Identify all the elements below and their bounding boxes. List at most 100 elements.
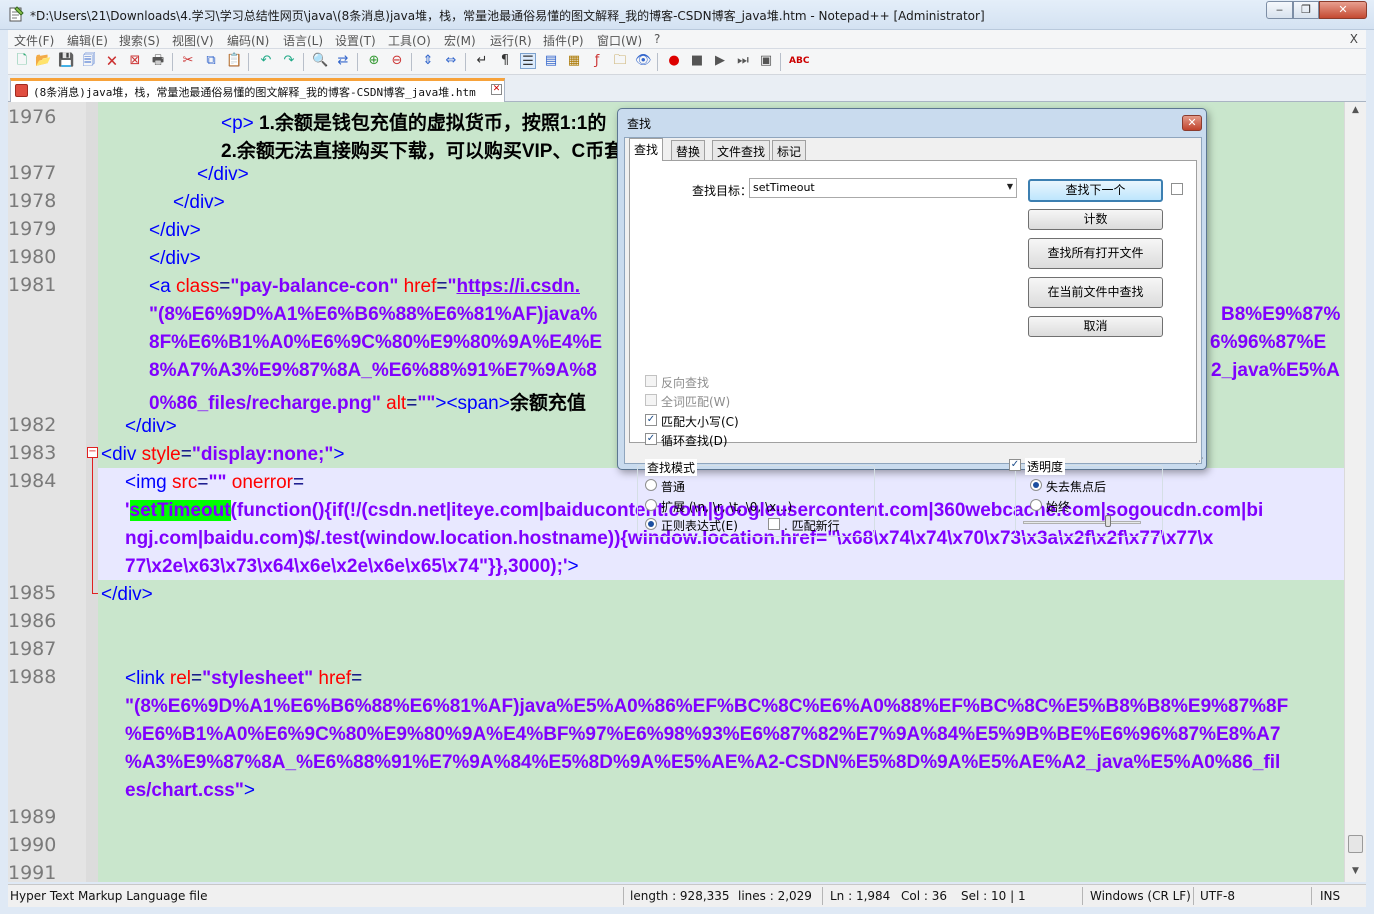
match-case-checkbox[interactable]: ✓ (645, 414, 657, 426)
code-link[interactable]: https://i.csdn. (456, 276, 580, 297)
transparency-checkbox[interactable]: ✓ (1009, 459, 1021, 471)
transparency-slider-track[interactable] (1023, 521, 1141, 524)
menu-search[interactable]: 搜索(S) (119, 32, 160, 49)
cancel-button[interactable]: 取消 (1028, 316, 1163, 337)
function-list-icon[interactable]: ƒ (589, 53, 605, 69)
code-line: "(8%E6%9D%A1%E6%B6%88%E6%81%AF)java% (149, 304, 598, 325)
open-file-icon[interactable]: 📂 (35, 53, 51, 69)
cut-icon[interactable]: ✂ (180, 53, 196, 69)
find-icon[interactable]: 🔍 (312, 53, 328, 69)
fold-range-end (92, 593, 98, 594)
count-button[interactable]: 计数 (1028, 209, 1163, 230)
new-file-icon[interactable]: 🗋 (14, 53, 30, 69)
replace-icon[interactable]: ⇄ (335, 53, 351, 69)
zoom-in-icon[interactable]: ⊕ (366, 53, 382, 69)
scroll-down-icon[interactable]: ▼ (1348, 866, 1363, 876)
language-define-icon[interactable]: ▤ (543, 53, 559, 69)
menu-window[interactable]: 窗口(W) (597, 32, 642, 49)
copy-icon[interactable]: ⧉ (203, 53, 219, 69)
menu-plugins[interactable]: 插件(P) (543, 32, 584, 49)
document-map-icon[interactable]: ▦ (566, 53, 582, 69)
chevron-down-icon[interactable]: ▼ (1007, 182, 1013, 191)
transparency-slider-thumb[interactable] (1105, 515, 1111, 527)
tab-replace[interactable]: 替换 (671, 140, 706, 160)
tab-mark[interactable]: 标记 (772, 140, 807, 160)
dot-matches-newline-checkbox[interactable] (768, 518, 780, 530)
close-document-x[interactable]: X (1350, 32, 1358, 46)
record-macro-icon[interactable]: ● (666, 53, 682, 69)
word-wrap-icon[interactable]: ↵ (474, 53, 490, 69)
backward-checkbox[interactable] (645, 375, 657, 387)
tab-close-icon[interactable]: ✕ (491, 84, 502, 95)
minimize-button[interactable]: ‒ (1266, 1, 1293, 19)
mode-normal-radio[interactable] (645, 479, 657, 491)
print-icon[interactable]: 🖶 (150, 53, 166, 69)
dialog-title: 查找 (627, 117, 652, 131)
vertical-scrollbar[interactable]: ▲ ▼ (1344, 102, 1366, 882)
find-next-option-checkbox[interactable] (1171, 183, 1183, 195)
redo-icon[interactable]: ↷ (281, 53, 297, 69)
zoom-out-icon[interactable]: ⊖ (389, 53, 405, 69)
menu-view[interactable]: 视图(V) (172, 32, 214, 49)
menu-help[interactable]: ? (654, 32, 660, 46)
show-all-chars-icon[interactable]: ¶ (497, 53, 513, 69)
line-number: 1991 (8, 862, 57, 882)
code-line: %A3%E9%87%8A_%E6%88%91%E7%9A%84%E5%8D%9A… (125, 752, 1281, 773)
mode-regex-radio[interactable] (645, 518, 657, 530)
run-macro-multiple-icon[interactable]: ⏭ (735, 53, 751, 69)
menu-run[interactable]: 运行(R) (490, 32, 532, 49)
stop-macro-icon[interactable]: ■ (689, 53, 705, 69)
maximize-button[interactable]: ❐ (1293, 1, 1319, 19)
save-macro-icon[interactable]: ▣ (758, 53, 774, 69)
tab-find-in-files[interactable]: 文件查找 (712, 140, 771, 160)
menu-settings[interactable]: 设置(T) (335, 32, 376, 49)
scroll-up-icon[interactable]: ▲ (1348, 105, 1363, 115)
save-icon[interactable]: 💾 (58, 53, 74, 69)
spell-check-icon[interactable]: ABC (789, 53, 809, 69)
line-number: 1976 (8, 106, 57, 128)
code-line: <a class="pay-balance-con" href="https:/… (149, 276, 580, 297)
line-number: 1982 (8, 414, 57, 436)
resize-grip-icon[interactable]: ⋰ (1195, 457, 1204, 467)
monitoring-icon[interactable]: 👁 (635, 53, 652, 69)
wrap-around-checkbox[interactable]: ✓ (645, 433, 657, 445)
fold-range-line (92, 454, 93, 594)
toolbar: 🗋 📂 💾 🗐 🗙 ⊠ 🖶 ✂ ⧉ 📋 ↶ ↷ 🔍 ⇄ ⊕ ⊖ ⇕ ⇔ ↵ ¶ … (8, 49, 1366, 75)
find-all-open-files-button[interactable]: 查找所有打开文件 (1028, 238, 1163, 269)
menu-file[interactable]: 文件(F) (14, 32, 54, 49)
close-window-button[interactable]: ✕ (1319, 1, 1367, 19)
fold-toggle-icon[interactable]: − (87, 447, 98, 458)
find-next-button[interactable]: 查找下一个 (1028, 179, 1163, 202)
sync-vertical-icon[interactable]: ⇕ (420, 53, 436, 69)
tab-current-document[interactable]: (8条消息)java堆，栈，常量池最通俗易懂的图文解释_我的博客-CSDN博客_… (10, 78, 505, 102)
undo-icon[interactable]: ↶ (258, 53, 274, 69)
folder-workspace-icon[interactable]: 🗀 (612, 53, 628, 69)
paste-icon[interactable]: 📋 (226, 53, 242, 69)
sync-horizontal-icon[interactable]: ⇔ (443, 53, 459, 69)
tab-find[interactable]: 查找 (629, 138, 664, 161)
whole-word-label: 全词匹配(W) (661, 395, 731, 409)
indent-guide-icon[interactable]: ☰ (520, 53, 536, 69)
close-all-icon[interactable]: ⊠ (127, 53, 143, 69)
menu-edit[interactable]: 编辑(E) (67, 32, 108, 49)
find-in-current-file-button[interactable]: 在当前文件中查找 (1028, 277, 1163, 308)
on-lose-focus-radio[interactable] (1030, 479, 1042, 491)
menu-language[interactable]: 语言(L) (283, 32, 323, 49)
menu-tools[interactable]: 工具(O) (388, 32, 431, 49)
menu-encoding[interactable]: 编码(N) (227, 32, 269, 49)
play-macro-icon[interactable]: ▶ (712, 53, 728, 69)
mode-extended-radio[interactable] (645, 499, 657, 511)
dialog-close-button[interactable]: ✕ (1182, 115, 1202, 131)
find-target-combobox[interactable]: setTimeout ▼ (749, 178, 1017, 198)
line-number: 1989 (8, 806, 57, 828)
line-number: 1978 (8, 190, 57, 212)
code-line: <p> 1.余额是钱包充值的虚拟货币，按照1:1的 (221, 113, 607, 134)
scrollbar-thumb[interactable] (1348, 835, 1363, 853)
always-radio[interactable] (1030, 499, 1042, 511)
save-all-icon[interactable]: 🗐 (81, 53, 97, 69)
code-line: 8F%E6%B1%A0%E6%9C%80%E9%80%9A%E4%E (149, 332, 603, 353)
code-line: </div> (149, 248, 201, 269)
menu-macro[interactable]: 宏(M) (444, 32, 476, 49)
whole-word-checkbox[interactable] (645, 394, 657, 406)
close-file-icon[interactable]: 🗙 (104, 53, 120, 69)
